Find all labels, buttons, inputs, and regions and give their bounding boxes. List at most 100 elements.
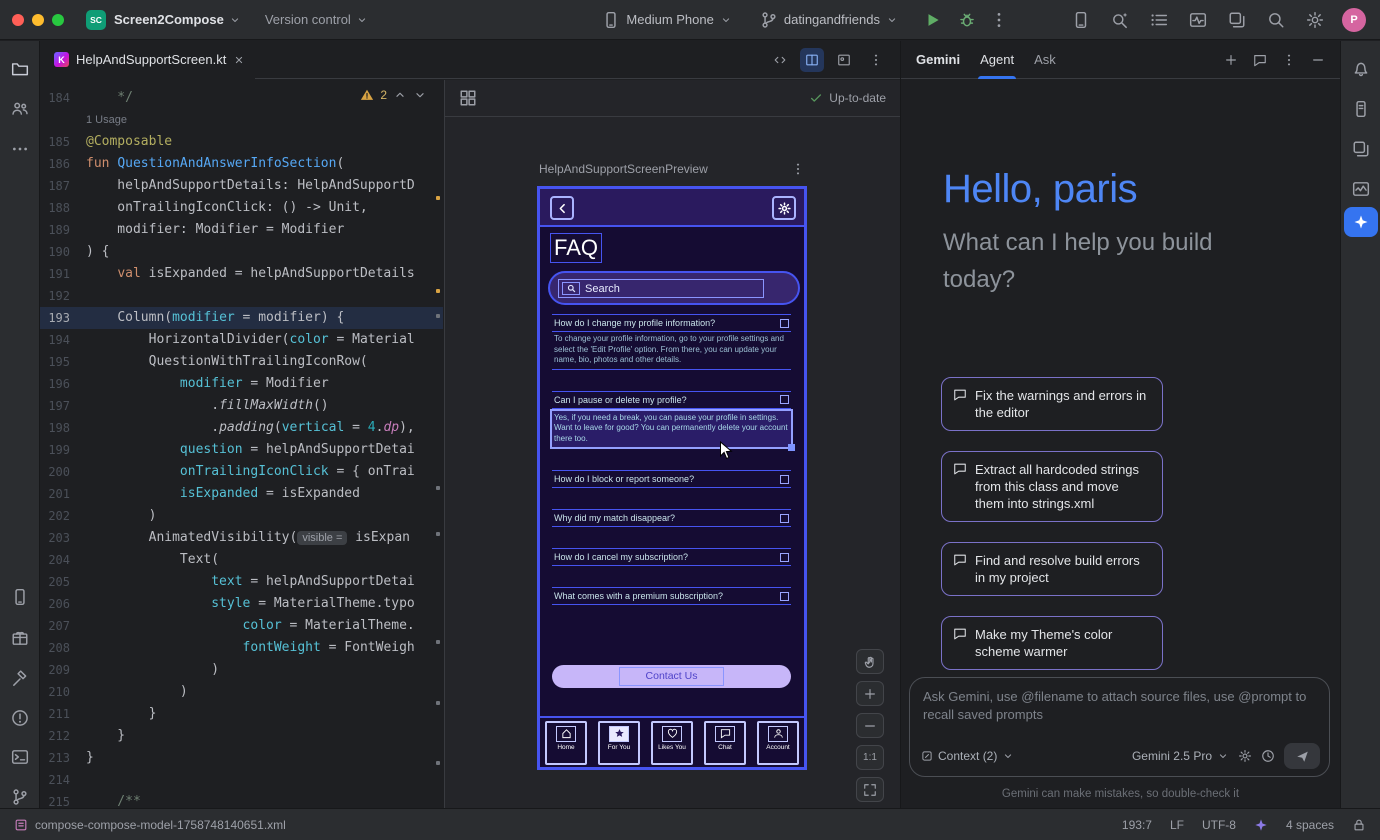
preview-device-frame[interactable]: FAQ Search How do I change my profile in… [537, 186, 807, 770]
running-devices-icon[interactable] [11, 588, 29, 606]
code-line[interactable]: 205 text = helpAndSupportDetai [40, 571, 443, 593]
project-tool-icon[interactable] [11, 60, 29, 78]
context-chip[interactable]: Context (2) [921, 749, 1014, 763]
pan-tool-button[interactable] [856, 649, 884, 674]
notifications-bell-icon[interactable] [1352, 60, 1370, 78]
code-line[interactable]: 186fun QuestionAndAnswerInfoSection( [40, 153, 443, 175]
faq-question[interactable]: How do I cancel my subscription? [552, 548, 791, 566]
split-view-button[interactable] [800, 48, 824, 72]
terminal-icon[interactable] [11, 748, 29, 766]
maximize-window-button[interactable] [52, 14, 64, 26]
problems-icon[interactable] [11, 709, 29, 727]
editor-tab[interactable]: K HelpAndSupportScreen.kt [40, 41, 255, 79]
code-line[interactable]: 215 /** [40, 791, 443, 808]
back-button[interactable] [550, 196, 574, 220]
code-line[interactable]: 212 } [40, 725, 443, 747]
version-control-tool-icon[interactable] [11, 788, 29, 806]
layout-inspector-icon[interactable] [1228, 11, 1246, 29]
zoom-in-button[interactable] [856, 681, 884, 706]
zoom-actual-button[interactable]: 1:1 [856, 745, 884, 770]
code-line[interactable]: 211 } [40, 703, 443, 725]
expand-icon[interactable] [780, 553, 789, 562]
app-insights-icon[interactable] [1352, 180, 1370, 198]
suggestion-card[interactable]: Make my Theme's color scheme warmer [941, 616, 1163, 670]
preview-name[interactable]: HelpAndSupportScreenPreview [539, 162, 708, 176]
faq-question[interactable]: How do I block or report someone? [552, 470, 791, 488]
code-inlay-row[interactable]: 1 Usage [40, 109, 443, 131]
error-stripe-mark[interactable] [436, 761, 440, 765]
todo-list-icon[interactable] [1150, 11, 1168, 29]
code-line[interactable]: 196 modifier = Modifier [40, 373, 443, 395]
caret-position[interactable]: 193:7 [1122, 818, 1152, 832]
gemini-more-icon[interactable] [1282, 53, 1296, 67]
usages-inlay-hint[interactable]: 1 Usage [86, 114, 127, 126]
search-bar[interactable]: Search [548, 271, 800, 305]
preview-more-icon[interactable] [791, 162, 805, 176]
more-tool-windows-icon[interactable] [11, 140, 29, 158]
send-button[interactable] [1284, 743, 1320, 769]
inspections-widget[interactable]: 2 [360, 88, 427, 102]
code-line[interactable]: 206 style = MaterialTheme.typo [40, 593, 443, 615]
close-tab-icon[interactable] [233, 54, 245, 66]
build-icon[interactable] [11, 670, 29, 688]
code-line[interactable]: 192 [40, 285, 443, 307]
code-line[interactable]: 203 AnimatedVisibility(visible = isExpan [40, 527, 443, 549]
expand-icon[interactable] [780, 475, 789, 484]
debug-button[interactable] [958, 11, 976, 29]
code-line[interactable]: 191 val isExpanded = helpAndSupportDetai… [40, 263, 443, 285]
layout-inspector-tool-icon[interactable] [1352, 140, 1370, 158]
nav-item-likes-you[interactable]: Likes You [651, 721, 693, 765]
suggestion-card[interactable]: Fix the warnings and errors in the edito… [941, 377, 1163, 431]
code-line[interactable]: 197 .fillMaxWidth() [40, 395, 443, 417]
code-line[interactable]: 207 color = MaterialTheme. [40, 615, 443, 637]
code-line[interactable]: 189 modifier: Modifier = Modifier [40, 219, 443, 241]
new-chat-icon[interactable] [1224, 53, 1238, 67]
ai-status-icon[interactable] [1254, 818, 1268, 832]
suggestion-card[interactable]: Extract all hardcoded strings from this … [941, 451, 1163, 522]
chat-history-icon[interactable] [1253, 53, 1267, 67]
code-line[interactable]: 185@Composable [40, 131, 443, 153]
code-line[interactable]: 214 [40, 769, 443, 791]
error-stripe-mark[interactable] [436, 701, 440, 705]
expand-icon[interactable] [780, 514, 789, 523]
error-stripe-warning[interactable] [436, 196, 440, 200]
project-menu[interactable]: Screen2Compose [114, 12, 241, 27]
code-line[interactable]: 204 Text( [40, 549, 443, 571]
pull-requests-icon[interactable] [11, 100, 29, 118]
error-stripe-warning[interactable] [436, 289, 440, 293]
code-line[interactable]: 209 ) [40, 659, 443, 681]
resource-manager-icon[interactable] [11, 629, 29, 647]
prev-issue-icon[interactable] [393, 88, 407, 102]
search-field[interactable]: Search [558, 279, 764, 298]
faq-question[interactable]: Why did my match disappear? [552, 509, 791, 527]
statusbar-file-info[interactable]: compose-compose-model-1758748140651.xml [14, 818, 286, 832]
gemini-settings-icon[interactable] [1238, 749, 1252, 763]
nav-item-account[interactable]: Account [757, 721, 799, 765]
error-stripe-mark[interactable] [436, 640, 440, 644]
nav-item-home[interactable]: Home [545, 721, 587, 765]
device-selector[interactable]: Medium Phone [602, 11, 731, 29]
user-avatar[interactable]: P [1342, 8, 1366, 32]
next-issue-icon[interactable] [413, 88, 427, 102]
expand-icon[interactable] [780, 319, 789, 328]
code-editor[interactable]: 184 */1 Usage185@Composable186fun Questi… [40, 80, 443, 808]
version-control-menu[interactable]: Version control [265, 12, 368, 27]
preview-grid-icon[interactable] [459, 89, 477, 107]
tab-ask[interactable]: Ask [1034, 41, 1056, 79]
code-line[interactable]: 190) { [40, 241, 443, 263]
search-everywhere-icon[interactable] [1267, 11, 1285, 29]
suggestion-card[interactable]: Find and resolve build errors in my proj… [941, 542, 1163, 596]
contact-us-button[interactable]: Contact Us [552, 665, 791, 688]
hide-panel-icon[interactable] [1311, 53, 1325, 67]
code-line[interactable]: 198 .padding(vertical = 4.dp), [40, 417, 443, 439]
close-window-button[interactable] [12, 14, 24, 26]
code-view-button[interactable] [768, 48, 792, 72]
code-line[interactable]: 199 question = helpAndSupportDetai [40, 439, 443, 461]
device-manager-icon[interactable] [1072, 11, 1090, 29]
error-stripe-mark[interactable] [436, 314, 440, 318]
faq-question[interactable]: Can I pause or delete my profile? [552, 391, 791, 409]
code-line[interactable]: 194 HorizontalDivider(color = Material [40, 329, 443, 351]
code-line[interactable]: 201 isExpanded = isExpanded [40, 483, 443, 505]
nav-item-chat[interactable]: Chat [704, 721, 746, 765]
code-line[interactable]: 210 ) [40, 681, 443, 703]
